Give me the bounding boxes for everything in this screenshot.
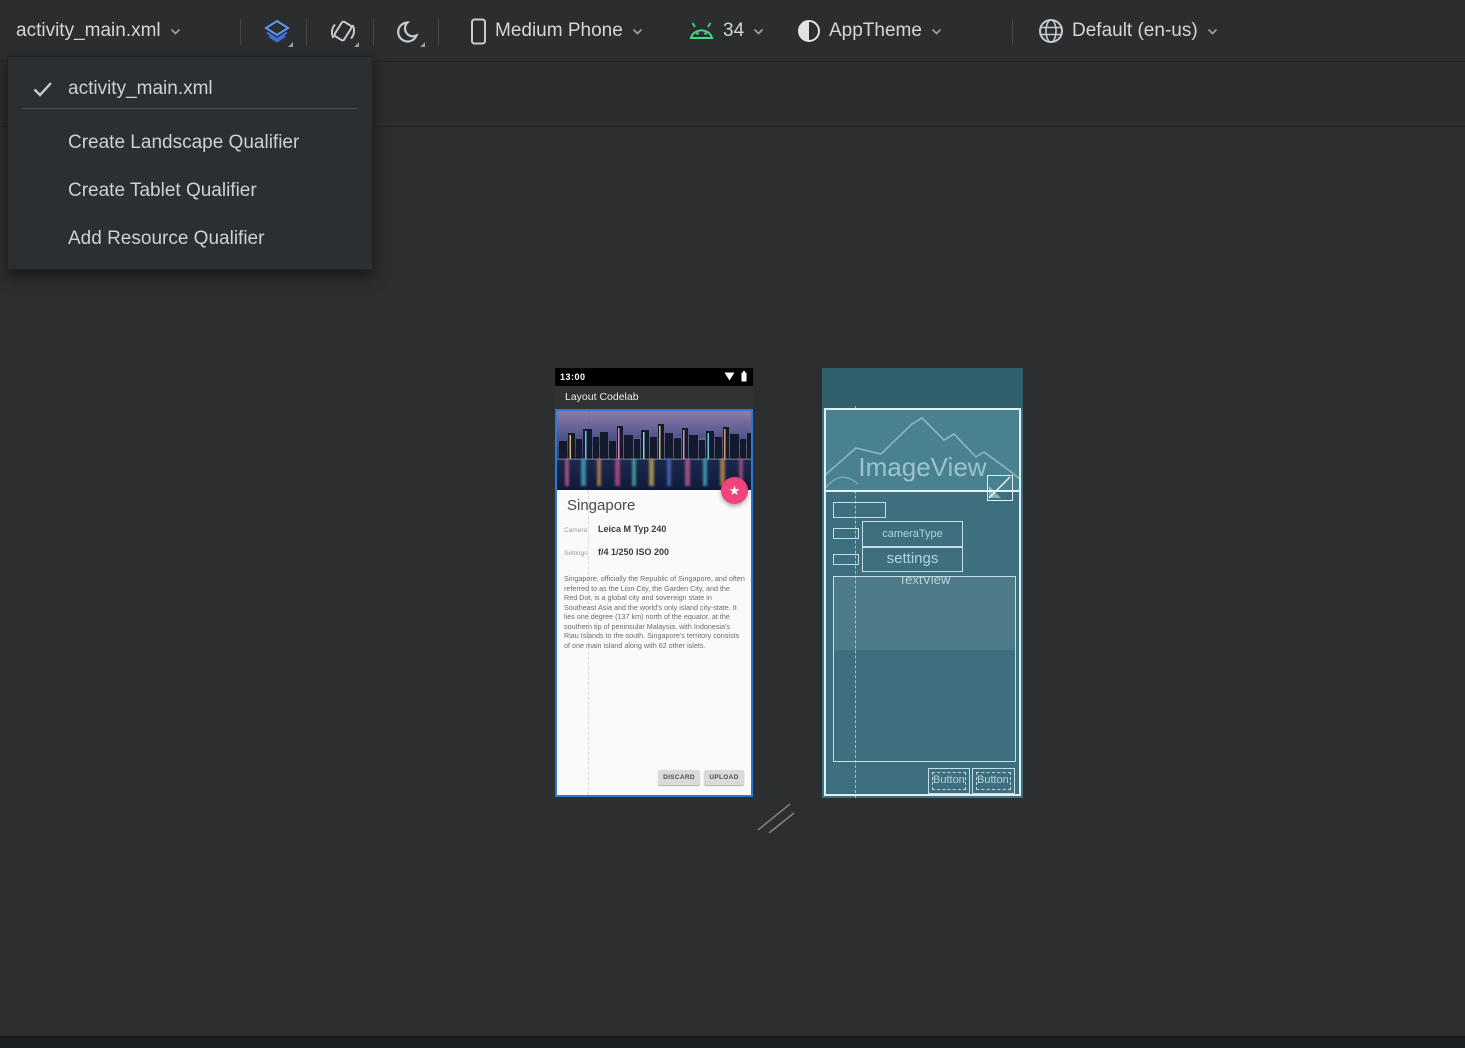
menu-item-label: activity_main.xml — [68, 78, 213, 100]
menu-separator — [22, 108, 358, 109]
menu-item-label: Create Landscape Qualifier — [68, 132, 299, 154]
orientation-button[interactable] — [326, 15, 360, 49]
dropdown-corner-icon — [420, 42, 425, 47]
chevron-down-icon — [752, 27, 765, 36]
file-variant-dropdown[interactable]: activity_main.xml — [16, 0, 182, 62]
menu-item-label: Add Resource Qualifier — [68, 228, 264, 250]
toolbar-separator — [1012, 19, 1013, 45]
checkmark-icon — [32, 80, 54, 98]
layout-editor-canvas: activity_main.xml — [0, 0, 1465, 1048]
wifi-icon — [724, 372, 735, 381]
camera-value[interactable]: Leica M Typ 240 — [598, 524, 666, 534]
chevron-down-icon — [1206, 27, 1219, 36]
menu-item-create-landscape[interactable]: Create Landscape Qualifier — [8, 121, 372, 165]
blueprint-fab[interactable] — [987, 475, 1013, 501]
textview-label: TextView — [834, 576, 1015, 587]
toolbar-separator — [306, 19, 307, 45]
blueprint-app-bar-band — [822, 368, 1023, 408]
canvas-resize-handle[interactable] — [752, 798, 798, 838]
blueprint-camera-label[interactable] — [833, 528, 859, 539]
singapore-imageview[interactable] — [557, 411, 751, 490]
design-surface-mode-button[interactable] — [260, 15, 294, 49]
chevron-down-icon — [169, 27, 182, 36]
star-icon: ★ — [729, 484, 741, 497]
app-bar: Layout Codelab — [555, 386, 753, 409]
device-dropdown[interactable]: Medium Phone — [470, 0, 644, 62]
file-variant-menu: activity_main.xml Create Landscape Quali… — [7, 56, 373, 270]
blueprint-title-textview[interactable] — [833, 502, 886, 518]
blueprint-button-1[interactable]: Button — [928, 768, 970, 794]
blueprint-preview-phone[interactable]: ImageView cameraType settings TextView B… — [822, 368, 1023, 798]
night-mode-button[interactable] — [392, 15, 426, 49]
device-label: Medium Phone — [495, 20, 623, 42]
locale-dropdown[interactable]: Default (en-us) — [1038, 0, 1219, 62]
android-status-bar: 13:00 — [555, 368, 753, 386]
chevron-down-icon — [930, 27, 943, 36]
battery-icon — [741, 371, 747, 382]
dropdown-corner-icon — [354, 42, 359, 47]
dropdown-corner-icon — [288, 42, 293, 47]
menu-item-create-tablet[interactable]: Create Tablet Qualifier — [8, 169, 372, 213]
discard-button[interactable]: DISCARD — [658, 770, 700, 785]
design-toolbar: activity_main.xml — [0, 0, 1465, 62]
menu-item-label: Create Tablet Qualifier — [68, 180, 257, 202]
menu-item-current-file-row[interactable]: activity_main.xml — [8, 67, 372, 111]
design-root-layout[interactable]: ★ Singapore Camera Leica M Typ 240 Setti… — [555, 409, 753, 797]
api-level-dropdown[interactable]: 34 — [688, 0, 765, 62]
api-level-label: 34 — [723, 20, 744, 42]
fab-star-button[interactable]: ★ — [721, 477, 748, 504]
chevron-down-icon — [631, 27, 644, 36]
cameratype-label: cameraType — [882, 528, 943, 540]
theme-contrast-icon — [797, 19, 821, 43]
button-label: Button — [933, 774, 965, 786]
camera-label[interactable]: Camera — [564, 527, 587, 534]
locale-label: Default (en-us) — [1072, 20, 1198, 42]
moon-icon — [395, 18, 423, 46]
app-bar-title: Layout Codelab — [565, 391, 639, 403]
theme-dropdown[interactable]: AppTheme — [797, 0, 943, 62]
design-preview-phone[interactable]: 13:00 Layout Codelab — [555, 368, 753, 797]
description-textview[interactable]: Singapore, officially the Republic of Si… — [564, 574, 745, 650]
button-label: Button — [977, 774, 1009, 786]
blueprint-button-2[interactable]: Button — [972, 768, 1015, 794]
menu-item-add-resource-qualifier[interactable]: Add Resource Qualifier — [8, 217, 372, 261]
phone-icon — [470, 18, 487, 45]
settings-label: settings — [887, 550, 939, 567]
theme-label: AppTheme — [829, 20, 922, 42]
toolbar-separator — [438, 19, 439, 45]
upload-button[interactable]: UPLOAD — [704, 770, 744, 785]
title-textview[interactable]: Singapore — [567, 497, 635, 514]
blueprint-root-layout[interactable]: ImageView cameraType settings TextView B… — [824, 408, 1021, 796]
settings-value[interactable]: f/4 1/250 ISO 200 — [598, 547, 669, 557]
blueprint-settings-label[interactable] — [833, 554, 859, 565]
blueprint-cameratype-spinner[interactable]: cameraType — [862, 521, 963, 547]
ide-status-strip — [0, 1036, 1465, 1048]
toolbar-separator — [240, 19, 241, 45]
globe-icon — [1038, 18, 1064, 44]
android-icon — [688, 21, 715, 41]
file-variant-label: activity_main.xml — [16, 20, 161, 42]
status-time: 13:00 — [560, 372, 586, 382]
settings-label[interactable]: Settings — [564, 550, 588, 557]
blueprint-settings-spinner[interactable]: settings — [862, 547, 963, 572]
toolbar-separator — [373, 19, 374, 45]
blueprint-description-textview[interactable]: TextView — [833, 576, 1016, 762]
layers-icon — [263, 18, 291, 46]
